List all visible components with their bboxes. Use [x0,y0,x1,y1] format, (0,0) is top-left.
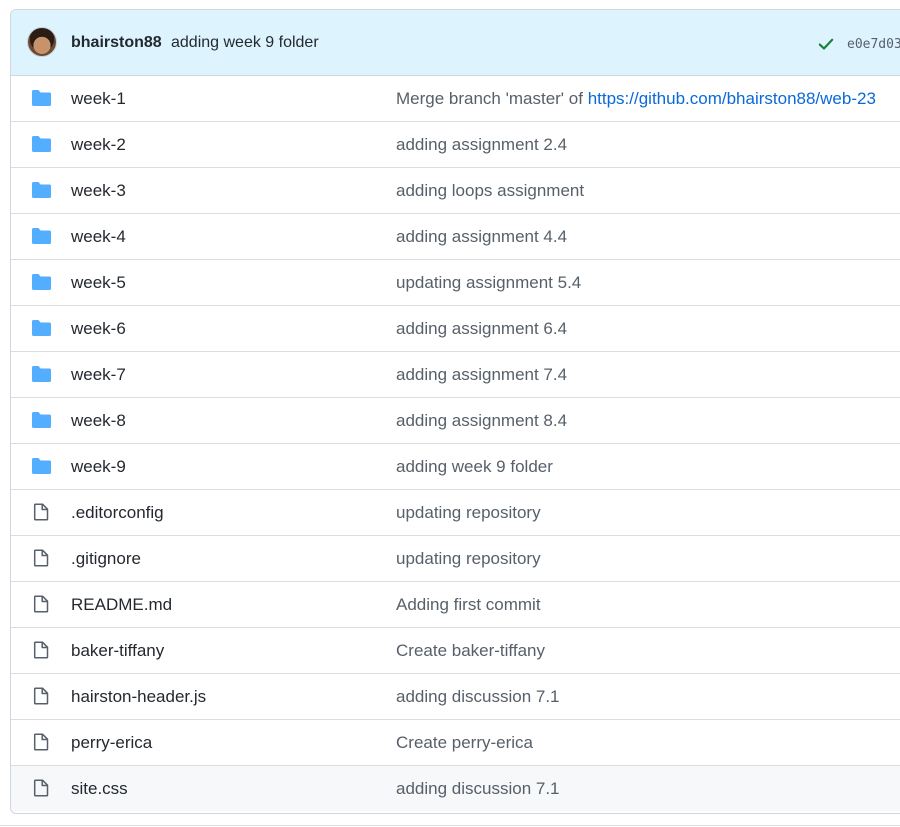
commit-message-link[interactable]: adding assignment 7.4 [396,365,567,385]
commit-message-link[interactable]: adding discussion 7.1 [396,779,560,799]
file-name-link[interactable]: .editorconfig [71,503,164,523]
commit-message-link[interactable]: adding loops assignment [396,181,584,201]
check-icon[interactable] [817,35,835,53]
file-name-link[interactable]: hairston-header.js [71,687,206,707]
folder-icon [31,365,52,383]
file-row[interactable]: week-2 adding assignment 2.4 [11,121,900,167]
file-row[interactable]: week-8 adding assignment 8.4 [11,397,900,443]
folder-icon [31,181,52,199]
commit-author[interactable]: bhairston88 [71,34,162,52]
file-row[interactable]: .gitignore updating repository [11,535,900,581]
file-name-link[interactable]: week-7 [71,365,126,385]
file-list: week-1 Merge branch 'master' of https://g… [11,76,900,811]
file-name-link[interactable]: site.css [71,779,128,799]
divider [0,825,900,826]
commit-message-link[interactable]: adding assignment 6.4 [396,319,567,339]
commit-message-link[interactable]: Adding first commit [396,595,541,615]
file-icon [31,733,52,751]
file-icon [31,779,52,797]
commit-sha[interactable]: e0e7d03 [847,37,900,52]
commit-message-text: Merge branch 'master' of [396,89,588,108]
commit-message-link[interactable]: Create baker-tiffany [396,641,545,661]
commit-message-link[interactable]: adding week 9 folder [396,457,553,477]
file-row[interactable]: hairston-header.js adding discussion 7.1 [11,673,900,719]
commit-message-link[interactable]: adding assignment 8.4 [396,411,567,431]
file-icon [31,595,52,613]
folder-icon [31,227,52,245]
file-row[interactable]: baker-tiffany Create baker-tiffany [11,627,900,673]
file-row[interactable]: week-1 Merge branch 'master' of https://g… [11,76,900,121]
file-name-link[interactable]: README.md [71,595,172,615]
folder-icon [31,273,52,291]
folder-icon [31,89,52,107]
avatar[interactable] [27,27,57,57]
file-name-link[interactable]: week-8 [71,411,126,431]
file-name-link[interactable]: week-5 [71,273,126,293]
commit-message-link[interactable]: updating repository [396,549,541,569]
commit-message-link[interactable]: Create perry-erica [396,733,533,753]
file-icon [31,549,52,567]
commit-message-link[interactable]: Merge branch 'master' of https://github.… [396,89,876,109]
file-row[interactable]: week-5 updating assignment 5.4 [11,259,900,305]
file-name-link[interactable]: week-3 [71,181,126,201]
file-name-link[interactable]: week-1 [71,89,126,109]
folder-icon [31,411,52,429]
folder-icon [31,457,52,475]
file-icon [31,641,52,659]
file-row[interactable]: week-9 adding week 9 folder [11,443,900,489]
file-icon [31,687,52,705]
folder-icon [31,319,52,337]
file-name-link[interactable]: week-9 [71,457,126,477]
commit-message-link[interactable]: adding assignment 4.4 [396,227,567,247]
file-browser: bhairston88 adding week 9 folder e0e7d03… [10,9,900,814]
commit-message-link[interactable]: updating assignment 5.4 [396,273,581,293]
file-row[interactable]: week-4 adding assignment 4.4 [11,213,900,259]
file-name-link[interactable]: .gitignore [71,549,141,569]
file-row[interactable]: README.md Adding first commit [11,581,900,627]
commit-message-link[interactable]: adding discussion 7.1 [396,687,560,707]
commit-url-link[interactable]: https://github.com/bhairston88/web-23 [588,89,876,108]
folder-icon [31,135,52,153]
file-row[interactable]: .editorconfig updating repository [11,489,900,535]
file-name-link[interactable]: week-2 [71,135,126,155]
file-name-link[interactable]: week-6 [71,319,126,339]
commit-message-link[interactable]: updating repository [396,503,541,523]
file-row[interactable]: week-7 adding assignment 7.4 [11,351,900,397]
file-name-link[interactable]: baker-tiffany [71,641,164,661]
file-row[interactable]: week-6 adding assignment 6.4 [11,305,900,351]
file-row[interactable]: site.css adding discussion 7.1 [11,765,900,811]
file-row[interactable]: week-3 adding loops assignment [11,167,900,213]
latest-commit-bar: bhairston88 adding week 9 folder e0e7d03 [11,10,900,76]
commit-message-link[interactable]: adding assignment 2.4 [396,135,567,155]
file-name-link[interactable]: perry-erica [71,733,152,753]
file-row[interactable]: perry-erica Create perry-erica [11,719,900,765]
file-name-link[interactable]: week-4 [71,227,126,247]
file-icon [31,503,52,521]
commit-message[interactable]: adding week 9 folder [171,34,319,52]
